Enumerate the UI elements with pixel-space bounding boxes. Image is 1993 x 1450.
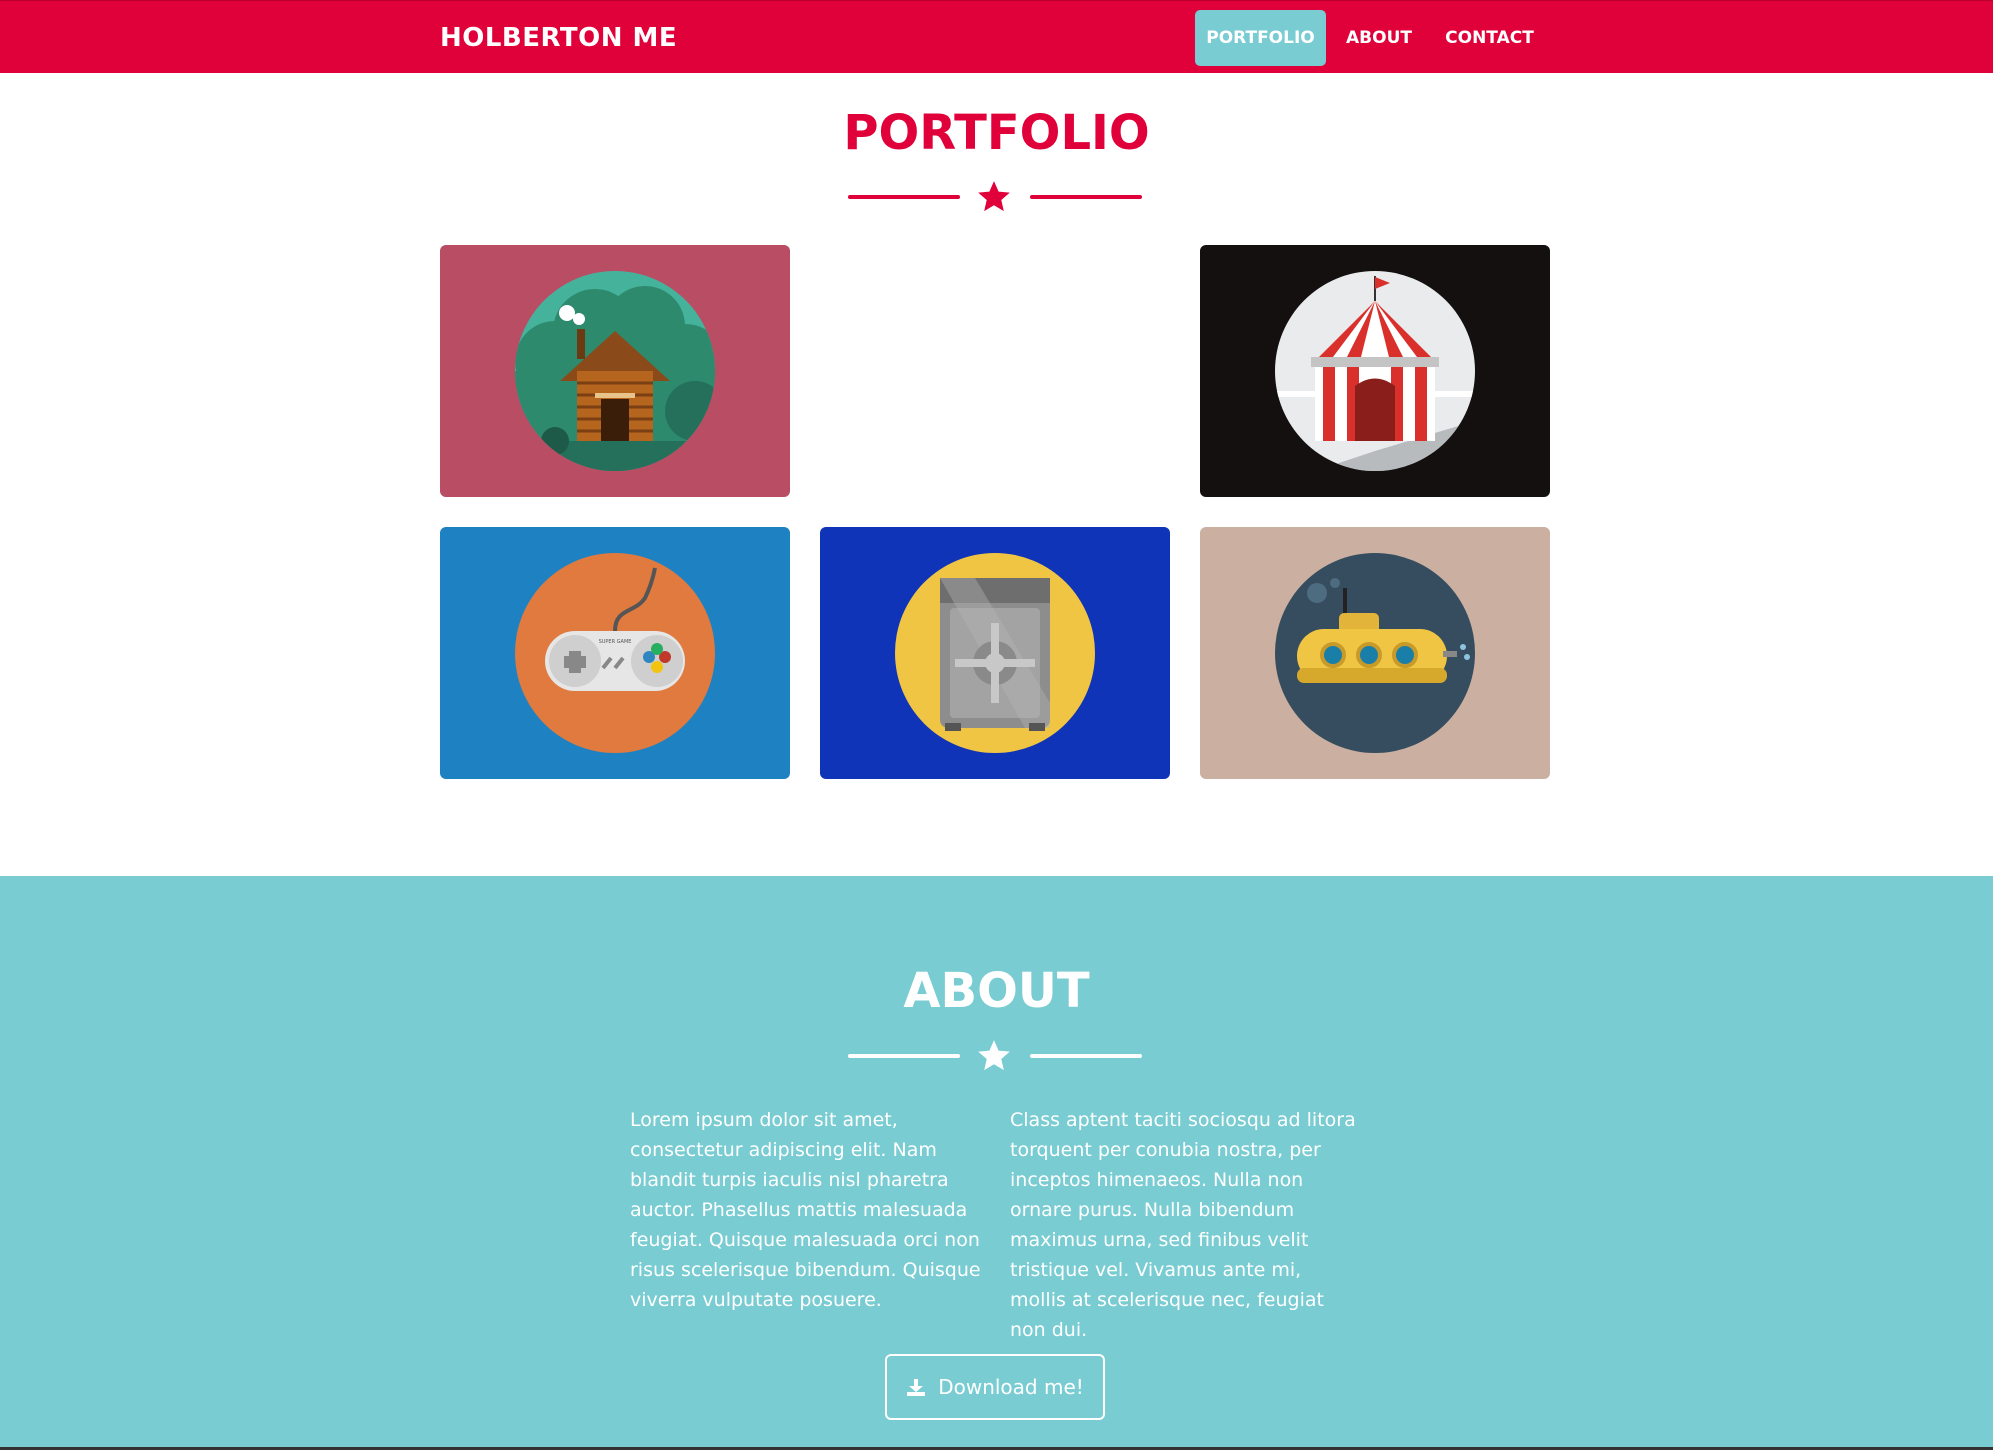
nav-item-contact[interactable]: CONTACT <box>1432 10 1547 66</box>
download-button[interactable]: Download me! <box>885 1354 1105 1420</box>
safe-icon <box>895 553 1095 753</box>
portfolio-item-game[interactable]: SUPER GAME <box>440 527 790 779</box>
about-title: ABOUT <box>903 963 1090 1019</box>
portfolio-item-circus[interactable] <box>1200 245 1550 497</box>
circus-tent-icon <box>1275 271 1475 471</box>
download-button-label: Download me! <box>938 1375 1084 1399</box>
divider-line <box>1030 195 1142 199</box>
portfolio-title: PORTFOLIO <box>843 105 1150 161</box>
portfolio-item-cabin[interactable] <box>440 245 790 497</box>
about-text-left: Lorem ipsum dolor sit amet, consectetur … <box>630 1109 981 1311</box>
about-text-right: Class aptent taciti sociosqu ad litora t… <box>1010 1109 1356 1341</box>
navbar: HOLBERTON ME PORTFOLIO ABOUT CONTACT <box>0 0 1993 73</box>
divider-line <box>1030 1054 1142 1058</box>
portfolio-divider <box>848 177 1142 217</box>
nav-item-portfolio[interactable]: PORTFOLIO <box>1195 10 1326 66</box>
divider-line <box>848 195 960 199</box>
download-icon <box>907 1379 926 1396</box>
portfolio-item-safe[interactable] <box>820 527 1170 779</box>
star-icon <box>978 1040 1010 1071</box>
divider-line <box>848 1054 960 1058</box>
submarine-icon <box>1275 553 1475 753</box>
star-icon <box>978 181 1010 212</box>
brand-logo[interactable]: HOLBERTON ME <box>440 23 677 53</box>
portfolio-item-submarine[interactable] <box>1200 527 1550 779</box>
log-cabin-icon <box>515 271 715 471</box>
nav-item-about[interactable]: ABOUT <box>1335 10 1423 66</box>
controller-label: SUPER GAME <box>599 639 632 645</box>
game-controller-icon: SUPER GAME <box>515 553 715 753</box>
about-divider <box>848 1036 1142 1076</box>
